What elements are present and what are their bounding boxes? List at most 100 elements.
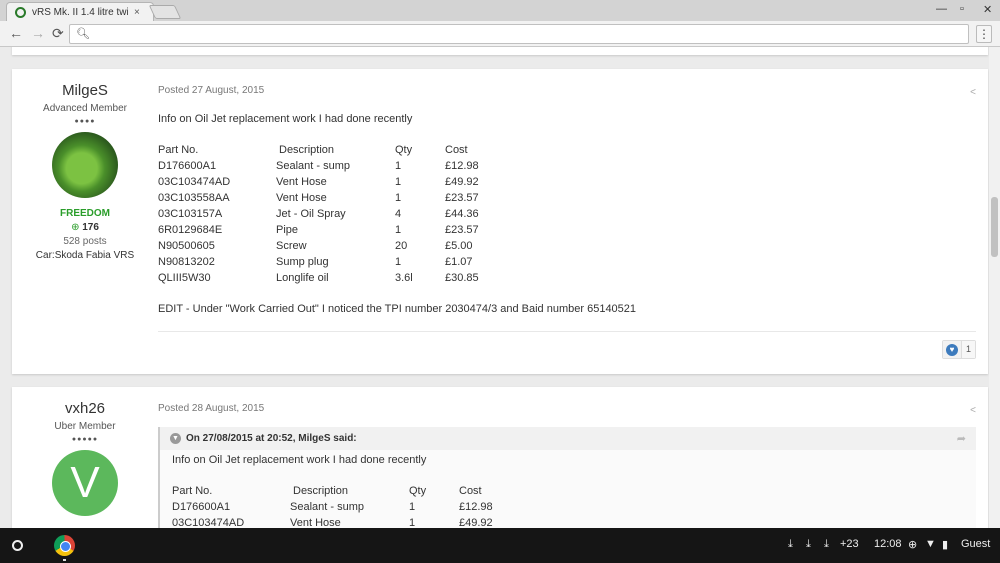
quote-header[interactable]: ▼ On 27/08/2015 at 20:52, MilgeS said: ➦ — [160, 427, 976, 450]
table-row: D176600A1 Sealant - sump 1 £12.98 — [158, 158, 479, 174]
cell-qty: 1 — [395, 160, 402, 172]
cell-part: 03C103558AA — [158, 192, 230, 204]
col-header: Description — [279, 144, 335, 156]
browser-menu-button[interactable]: ⋮ — [976, 25, 992, 43]
quote-intro: Info on Oil Jet replacement work I had d… — [172, 454, 427, 466]
rank-pips: ●●●● — [74, 118, 96, 125]
cell-desc: Sealant - sump — [276, 160, 350, 172]
heart-reaction[interactable]: ♥ — [943, 341, 961, 358]
cell-desc: Sealant - sump — [290, 501, 364, 513]
post-count: 528 posts — [63, 236, 107, 247]
cell-cost: £44.36 — [445, 208, 479, 220]
table-row: 03C103558AA Vent Hose 1 £23.57 — [158, 190, 479, 206]
post-date[interactable]: Posted 28 August, 2015 — [158, 403, 976, 414]
col-header: Cost — [445, 144, 468, 156]
close-window-icon[interactable]: ✕ — [983, 3, 992, 16]
page-viewport: MilgeS Advanced Member ●●●● FREEDOM ⊕ 17… — [0, 47, 1000, 528]
cell-cost: £30.85 — [445, 272, 479, 284]
table-row: 03C103474AD Vent Hose 1 £49.92 — [172, 515, 493, 528]
cell-desc: Jet - Oil Spray — [276, 208, 346, 220]
clock[interactable]: 12:08 — [874, 538, 902, 550]
post-date[interactable]: Posted 27 August, 2015 — [158, 85, 976, 96]
post-content: Posted 27 August, 2015 < Info on Oil Jet… — [158, 69, 976, 332]
parts-table: Part No. Description Qty Cost D176600A1 S… — [172, 483, 493, 528]
member-group: FREEDOM — [60, 208, 110, 219]
rank-pips: ●●●●● — [71, 436, 99, 443]
table-row: N90500605 Screw 20 £5.00 — [158, 238, 479, 254]
chrome-icon[interactable] — [54, 535, 75, 556]
col-header: Part No. — [158, 144, 199, 156]
notification-count[interactable]: +23 — [840, 538, 859, 550]
battery-icon[interactable]: ▮ — [942, 538, 948, 551]
heart-icon: ♥ — [946, 343, 958, 356]
table-header-row: Part No. Description Qty Cost — [158, 142, 479, 158]
previous-post-card — [12, 47, 988, 55]
reaction-button[interactable]: ♥ 1 — [942, 340, 976, 359]
table-row: QLIII5W30 Longlife oil 3.6l £30.85 — [158, 270, 479, 286]
cell-part: 03C103157A — [158, 208, 223, 220]
post-divider — [158, 331, 976, 332]
edit-note: EDIT - Under "Work Carried Out" I notice… — [158, 303, 637, 315]
table-header-row: Part No. Description Qty Cost — [172, 483, 493, 499]
os-shelf: ⤓ ⤓ ⤓ +23 12:08 ⊕ ▼ ▮ Guest — [0, 528, 1000, 563]
cell-cost: £1.07 — [445, 256, 473, 268]
author-name[interactable]: vxh26 — [12, 400, 158, 417]
cell-part: N90813202 — [158, 256, 215, 268]
cell-qty: 1 — [409, 501, 416, 513]
table-row: 03C103474AD Vent Hose 1 £49.92 — [158, 174, 479, 190]
cell-qty: 1 — [395, 256, 402, 268]
download-icon[interactable]: ⤓ — [806, 538, 811, 551]
reputation-badge: ⊕ 176 — [12, 222, 158, 233]
quote-block: ▼ On 27/08/2015 at 20:52, MilgeS said: ➦… — [158, 427, 976, 528]
new-tab-button[interactable] — [148, 5, 182, 19]
cell-desc: Screw — [276, 240, 307, 252]
browser-tab[interactable]: vRS Mk. II 1.4 litre twincharger × — [6, 2, 154, 21]
download-icon[interactable]: ⤓ — [824, 538, 829, 551]
reload-icon[interactable]: ⟳ — [52, 25, 64, 42]
col-header: Cost — [459, 485, 482, 497]
cell-part: D176600A1 — [158, 160, 217, 172]
avatar[interactable] — [52, 132, 118, 198]
cell-qty: 4 — [395, 208, 402, 220]
quote-body: Info on Oil Jet replacement work I had d… — [160, 450, 976, 528]
browser-toolbar: ← → ⟳ 🔍︎ ⋮ — [0, 21, 1000, 47]
cell-desc: Sump plug — [276, 256, 329, 268]
user-label[interactable]: Guest — [961, 538, 990, 550]
cell-qty: 1 — [395, 176, 402, 188]
page-scrollbar[interactable] — [989, 47, 1000, 528]
download-icon[interactable]: ⤓ — [788, 538, 793, 551]
wifi-icon[interactable]: ▼ — [925, 538, 936, 550]
col-header: Qty — [409, 485, 427, 497]
table-row: N90813202 Sump plug 1 £1.07 — [158, 254, 479, 270]
author-name[interactable]: MilgeS — [12, 82, 158, 99]
tab-title: vRS Mk. II 1.4 litre twincharger — [32, 6, 128, 18]
minimize-icon[interactable]: — — [936, 3, 947, 15]
running-indicator — [63, 559, 66, 561]
share-icon[interactable]: < — [970, 405, 976, 416]
cell-desc: Vent Hose — [276, 176, 327, 188]
forward-icon[interactable]: → — [31, 25, 45, 41]
cell-part: 03C103474AD — [158, 176, 231, 188]
avatar[interactable]: V — [52, 450, 118, 516]
launcher-icon[interactable] — [12, 540, 23, 551]
go-to-post-icon[interactable]: ➦ — [957, 432, 966, 445]
cell-part: QLIII5W30 — [158, 272, 211, 284]
author-rank: Advanced Member — [43, 103, 127, 114]
cell-cost: £49.92 — [459, 517, 493, 528]
forum-post: MilgeS Advanced Member ●●●● FREEDOM ⊕ 17… — [12, 69, 988, 374]
table-row: 6R0129684E Pipe 1 £23.57 — [158, 222, 479, 238]
cell-desc: Pipe — [276, 224, 299, 236]
cell-desc: Vent Hose — [290, 517, 341, 528]
cell-cost: £23.57 — [445, 192, 479, 204]
tab-close-icon[interactable]: × — [134, 7, 140, 18]
network-icon[interactable]: ⊕ — [908, 538, 917, 551]
site-favicon-icon — [15, 6, 26, 18]
chevron-down-icon[interactable]: ▼ — [170, 433, 181, 444]
back-icon[interactable]: ← — [9, 25, 23, 41]
maximize-icon[interactable]: ▫ — [960, 3, 964, 15]
reaction-count: 1 — [961, 341, 975, 358]
address-bar[interactable]: 🔍︎ — [69, 24, 969, 44]
scrollbar-thumb[interactable] — [991, 197, 998, 257]
share-icon[interactable]: < — [970, 87, 976, 98]
cell-part: N90500605 — [158, 240, 215, 252]
